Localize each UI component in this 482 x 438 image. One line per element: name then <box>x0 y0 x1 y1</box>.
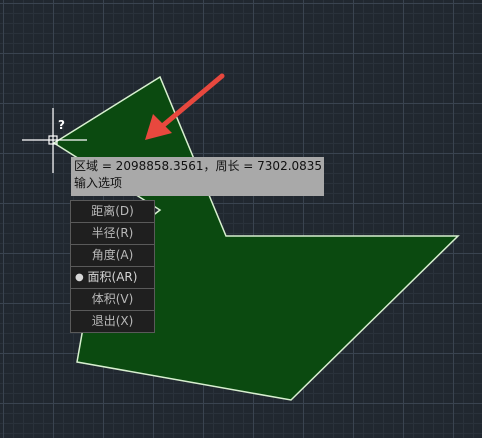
option-menu: 距离(D) 半径(R) 角度(A) ● 面积(AR) 体积(V) 退出(X) <box>70 200 155 333</box>
menu-item-volume[interactable]: 体积(V) <box>71 289 154 311</box>
measure-tooltip: 区域 = 2098858.3561，周长 = 7302.0835 输入选项 <box>71 157 324 196</box>
selected-bullet-icon: ● <box>75 272 84 283</box>
menu-item-exit[interactable]: 退出(X) <box>71 311 154 332</box>
help-cursor-icon: ? <box>58 118 65 132</box>
menu-item-label: 距离(D) <box>91 204 134 218</box>
menu-item-label: 半径(R) <box>91 226 134 240</box>
menu-item-angle[interactable]: 角度(A) <box>71 245 154 267</box>
menu-item-label: 面积(AR) <box>87 270 138 284</box>
measure-result-text: 区域 = 2098858.3561，周长 = 7302.0835 <box>74 159 323 173</box>
menu-item-label: 体积(V) <box>91 292 134 306</box>
menu-item-label: 角度(A) <box>91 248 134 262</box>
menu-item-area[interactable]: ● 面积(AR) <box>71 267 154 289</box>
input-option-prompt: 输入选项 <box>74 176 123 190</box>
menu-item-radius[interactable]: 半径(R) <box>71 223 154 245</box>
menu-item-label: 退出(X) <box>91 314 134 328</box>
menu-item-distance[interactable]: 距离(D) <box>71 201 154 223</box>
